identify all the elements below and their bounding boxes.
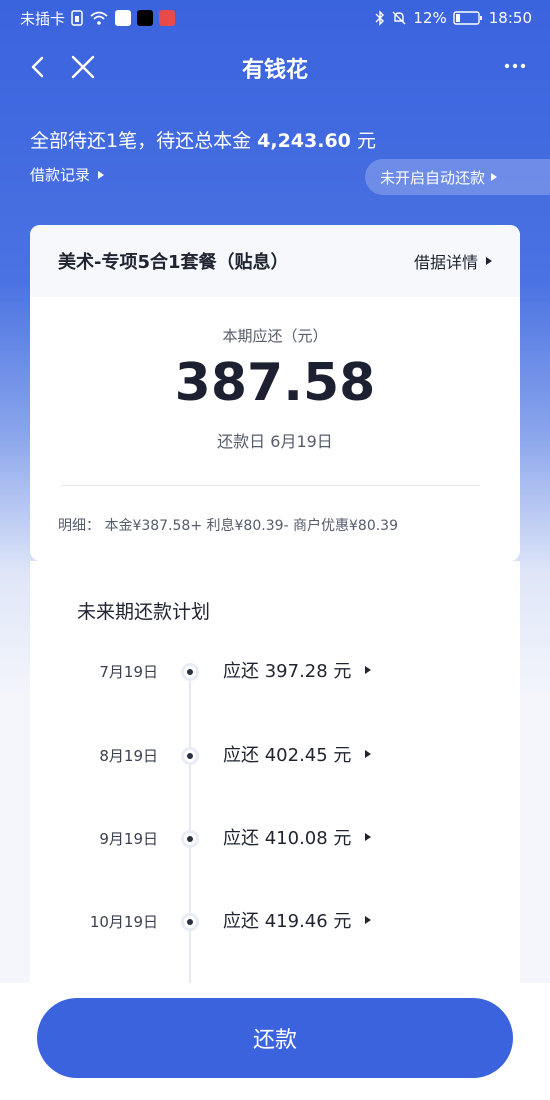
mute-bell-icon [392,11,406,25]
timeline-dot [184,750,196,762]
page-title: 有钱花 [241,58,308,83]
triangle-right-icon [491,173,498,181]
plan-item-amount-link[interactable]: 应还 402.45 元 [223,741,372,767]
plan-item-amount: 应还 419.46 元 [223,911,352,932]
carrier-text: 未插卡 [20,9,66,28]
loan-detail-label: 借据详情 [413,253,478,272]
plan-item-amount-link[interactable]: 应还 397.28 元 [223,657,372,683]
battery-percent: 12% [413,9,447,27]
capcut-notification-icon [137,10,154,26]
plan-item-amount-link[interactable]: 应还 410.08 元 [223,824,372,850]
bottom-bar: 还款 [0,983,550,1100]
reader-notification-icon [159,10,176,26]
due-label: 本期应还（元） [222,327,328,345]
triangle-right-icon [486,257,492,265]
timeline-dot [184,666,196,678]
plan-item-amount: 应还 397.28 元 [223,661,352,682]
triangle-right-icon [365,916,372,924]
loan-records-label: 借款记录 [30,166,91,184]
triangle-right-icon [98,170,105,179]
plan-item-amount: 应还 410.08 元 [223,828,352,849]
plan-item-date: 7月19日 [99,663,158,681]
nav-bar: 有钱花 [0,40,550,94]
wifi-icon [90,11,108,25]
status-bar: 未插卡 12% 18:50 [0,0,550,36]
autopay-label: 未开启自动还款 [380,168,486,187]
card-header: 美术-专项5合1套餐（贴息） 借据详情 [30,225,520,297]
plan-item-date: 10月19日 [89,913,158,931]
current-installment-card: 美术-专项5合1套餐（贴息） 借据详情 本期应还（元） 387.58 还款日 6… [30,225,520,561]
plan-item-amount: 应还 402.45 元 [223,745,352,766]
plan-item-date: 9月19日 [99,830,158,848]
payment-breakdown: 明细： 本金¥387.58+ 利息¥80.39- 商户优惠¥80.39 [58,518,398,534]
divider [62,485,480,486]
triangle-right-icon [365,750,372,758]
summary-prefix: 全部待还1笔，待还总本金 [30,130,252,152]
status-bar-left: 未插卡 [20,8,176,29]
plan-item[interactable]: 7月19日 应还 397.28 元 [30,657,520,687]
summary-amount: 4,243.60 [257,130,351,152]
more-options-icon[interactable] [500,54,530,78]
plan-item-date: 8月19日 [99,747,158,765]
plan-item[interactable]: 10月19日 应还 419.46 元 [30,907,520,937]
due-date: 还款日 6月19日 [217,432,333,451]
timeline-dot [184,833,196,845]
plan-item[interactable]: 9月19日 应还 410.08 元 [30,824,520,854]
autopay-toggle-button[interactable]: 未开启自动还款 [365,159,550,195]
loan-title: 美术-专项5合1套餐（贴息） [58,252,289,273]
triangle-right-icon [365,666,372,674]
sim-icon [71,10,83,26]
status-bar-right: 12% 18:50 [375,9,532,27]
bluetooth-icon [375,10,385,26]
outstanding-summary: 全部待还1笔，待还总本金 4,243.60 元 [30,126,376,153]
battery-icon [453,11,482,25]
due-amount: 387.58 [174,353,376,413]
plan-item[interactable]: 8月19日 应还 402.45 元 [30,741,520,771]
app-notification-icon [115,10,132,26]
repayment-plan-section: 未来期还款计划 7月19日 应还 397.28 元 8月19日 应还 402.4… [30,561,520,993]
loan-records-link[interactable]: 借款记录 [30,164,105,185]
plan-title: 未来期还款计划 [77,601,211,623]
repay-button[interactable]: 还款 [37,998,513,1078]
triangle-right-icon [365,833,372,841]
summary-unit: 元 [356,130,376,152]
timeline-dot [184,916,196,928]
loan-detail-link[interactable]: 借据详情 [414,249,492,273]
clock-time: 18:50 [488,9,532,27]
plan-item-amount-link[interactable]: 应还 419.46 元 [223,907,372,933]
